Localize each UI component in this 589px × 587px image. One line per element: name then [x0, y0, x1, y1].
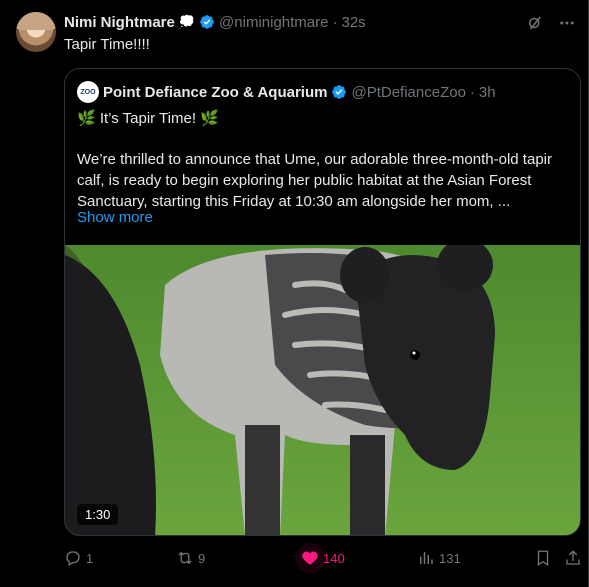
tweet-container[interactable]: Nimi Nightmare 💭 @niminightmare · 32s Ta… [0, 0, 589, 587]
heart-icon [302, 551, 318, 565]
tapir-video-frame [65, 245, 580, 535]
tweet-action-bar: 1 9 140 131 [64, 543, 582, 573]
reply-icon [66, 551, 80, 566]
separator-dot: · [332, 13, 338, 31]
author-handle[interactable]: @niminightmare [219, 14, 328, 31]
views-icon [420, 552, 433, 564]
more-icon[interactable] [558, 14, 576, 32]
video-player[interactable]: 1:30 [65, 245, 580, 535]
quoted-header: ZOO Point Defiance Zoo & Aquarium @PtDef… [77, 81, 496, 103]
separator-dot: · [469, 83, 475, 101]
quoted-title: 🌿 It’s Tapir Time! 🌿 [77, 110, 219, 127]
repost-count: 9 [198, 550, 206, 566]
share-icon [566, 550, 580, 565]
tweet-timestamp[interactable]: 32s [341, 14, 365, 31]
reply-button[interactable]: 1 [64, 546, 93, 570]
tweet-top-actions [526, 14, 576, 32]
tweet-header: Nimi Nightmare 💭 @niminightmare · 32s [64, 12, 366, 32]
zoo-logo-avatar: ZOO [77, 81, 99, 103]
share-button[interactable] [564, 546, 582, 570]
bookmark-button[interactable] [534, 546, 552, 570]
quoted-tweet[interactable]: ZOO Point Defiance Zoo & Aquarium @PtDef… [64, 68, 581, 536]
quoted-author-name[interactable]: Point Defiance Zoo & Aquarium [103, 84, 327, 101]
author-avatar[interactable] [16, 12, 56, 52]
grok-icon[interactable] [526, 14, 544, 32]
zoo-logo-text: ZOO [80, 88, 96, 96]
quoted-author-handle[interactable]: @PtDefianceZoo [351, 84, 465, 101]
verified-badge-icon[interactable] [199, 14, 215, 30]
bookmark-icon [537, 550, 549, 567]
reply-count: 1 [86, 550, 94, 566]
quoted-timestamp[interactable]: 3h [479, 84, 496, 101]
video-duration-badge: 1:30 [77, 504, 119, 525]
tweet-text: Tapir Time!!!! [64, 36, 150, 53]
like-button[interactable]: 140 [295, 543, 345, 573]
repost-icon [178, 551, 192, 565]
repost-button[interactable]: 9 [176, 546, 205, 570]
quoted-body: We’re thrilled to announce that Ume, our… [77, 151, 552, 210]
like-count: 140 [323, 550, 345, 566]
views-button[interactable]: 131 [417, 546, 461, 570]
author-name[interactable]: Nimi Nightmare [64, 14, 175, 31]
view-count: 131 [439, 550, 461, 566]
verified-badge-icon[interactable] [331, 84, 347, 100]
show-more-link[interactable]: Show more [77, 209, 153, 226]
thought-bubble-emoji: 💭 [178, 14, 196, 29]
